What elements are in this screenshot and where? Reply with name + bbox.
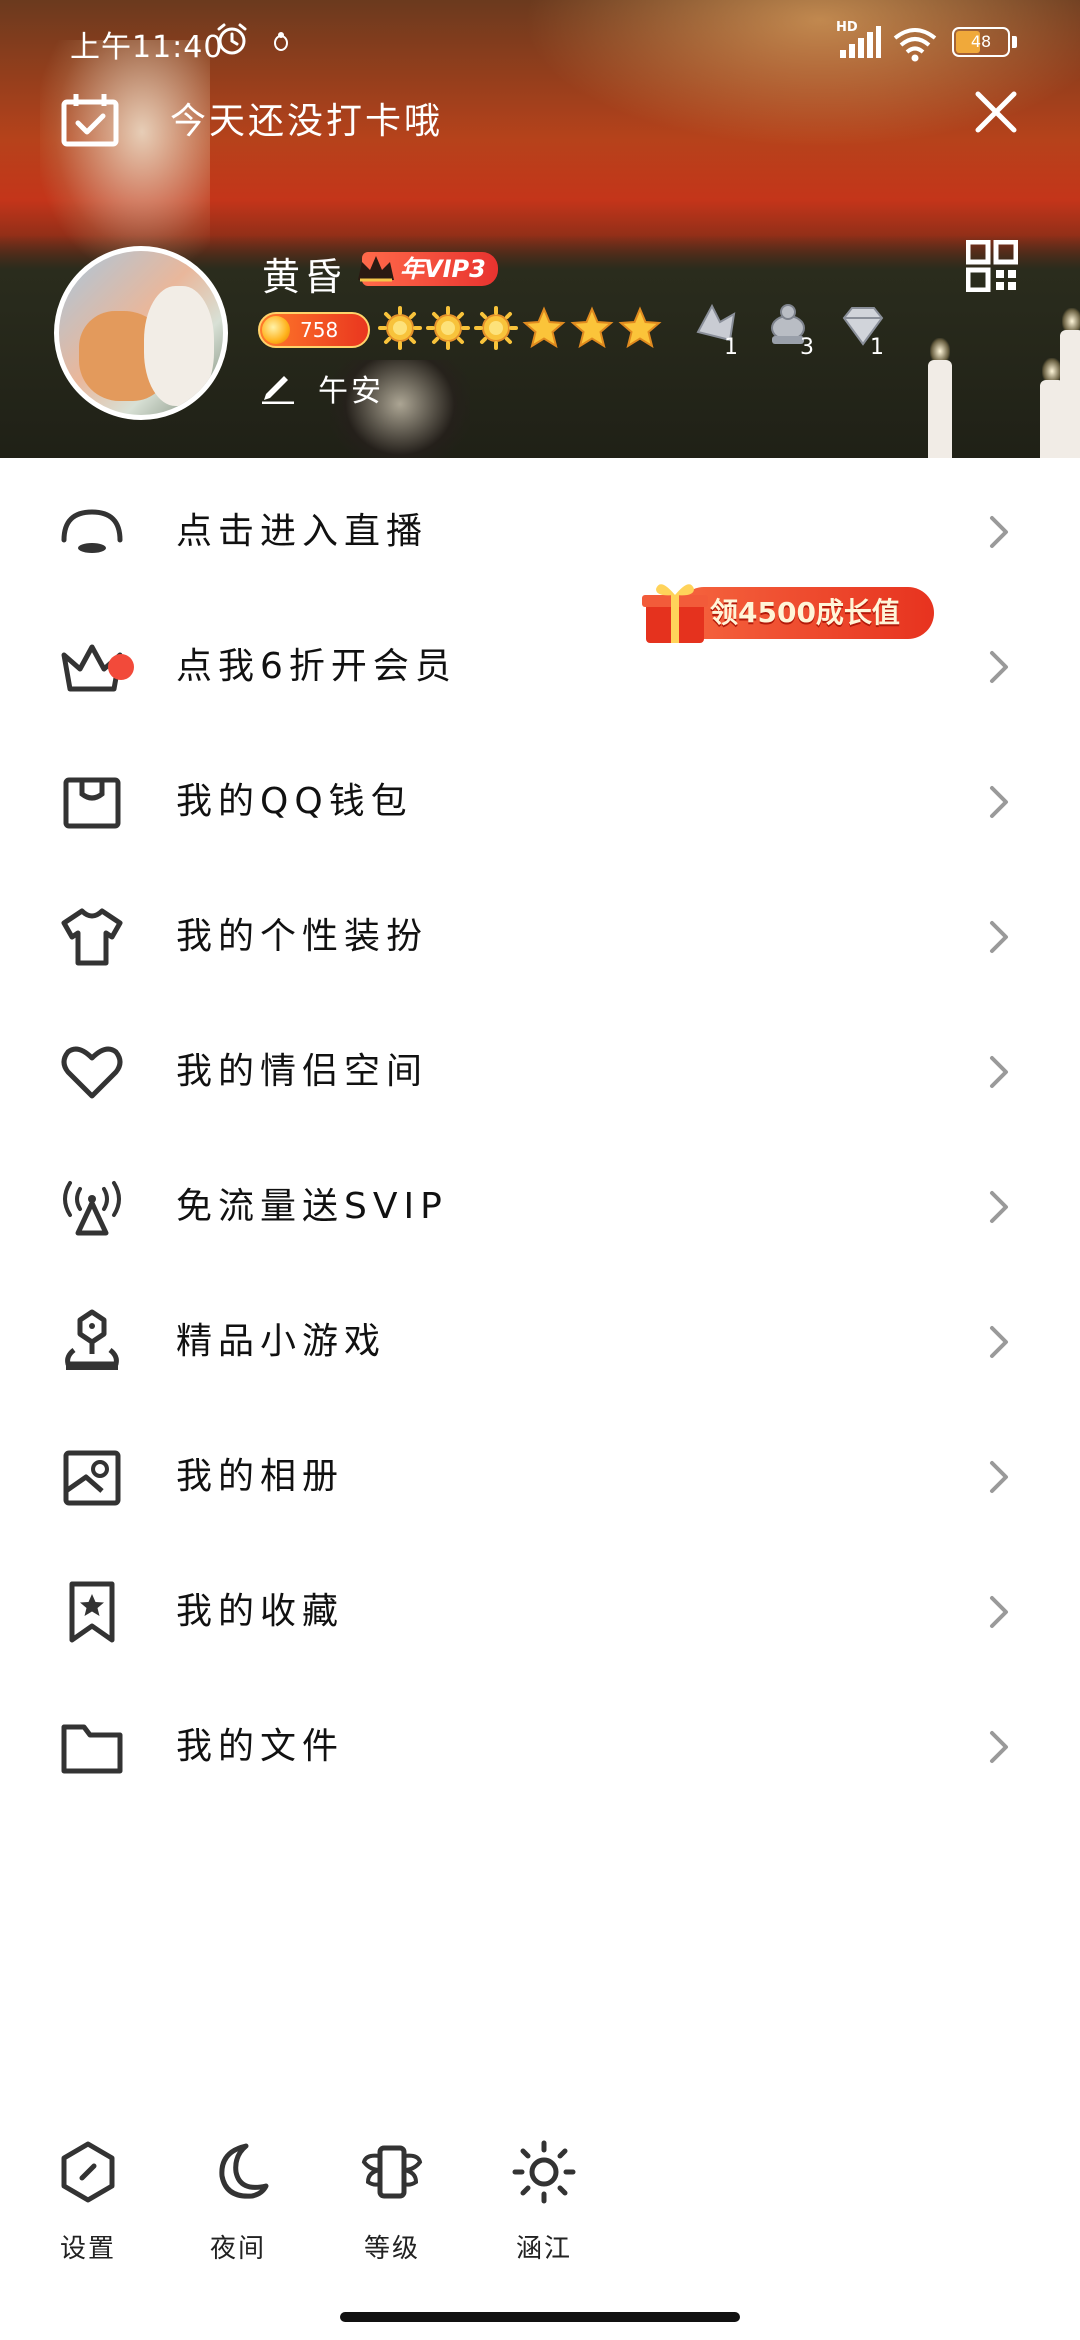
menu-item-files[interactable]: 我的文件: [0, 1683, 1080, 1803]
medal-count: 1: [724, 335, 738, 360]
menu-item-label: 精品小游戏: [176, 1321, 387, 1362]
medal-count: 3: [800, 335, 814, 360]
level-button[interactable]: 等级: [332, 2130, 452, 2270]
status-time: 上午11:40: [70, 30, 224, 65]
pencil-icon: [262, 376, 294, 404]
settings-icon: [61, 2141, 115, 2203]
antenna-icon: [63, 1181, 121, 1236]
checkin-prompt[interactable]: 今天还没打卡哦: [170, 92, 443, 144]
settings-button[interactable]: 设置: [28, 2130, 148, 2270]
menu-item-label: 我的QQ钱包: [176, 781, 413, 822]
close-icon[interactable]: [972, 88, 1020, 136]
live-icon: [61, 509, 123, 553]
photo-album-icon: [63, 1450, 121, 1506]
coin-icon: [262, 316, 290, 344]
sun-icon: [426, 306, 470, 350]
menu-item-label: 我的相册: [176, 1456, 345, 1497]
folder-icon: [61, 1724, 123, 1774]
notification-app-icon: [274, 32, 288, 51]
qr-code-icon[interactable]: [966, 240, 1018, 292]
heart-icon: [61, 1046, 123, 1099]
star-icon: [522, 306, 566, 349]
weather-location-label: 涵江: [515, 2234, 572, 2264]
chevron-right-icon: [990, 921, 1008, 953]
promo-text: 领4500成长值: [710, 596, 900, 629]
wifi-icon: [893, 28, 937, 62]
diamond-medal-icon: 1: [842, 307, 884, 360]
wallet-icon: [63, 777, 121, 829]
chevron-right-icon: [990, 1056, 1008, 1088]
chevron-right-icon: [990, 651, 1008, 683]
battery-indicator: 48: [952, 27, 1018, 59]
menu-item-wallet[interactable]: 我的QQ钱包: [0, 738, 1080, 858]
tshirt-icon: [61, 908, 123, 966]
menu-item-personalize[interactable]: 我的个性装扮: [0, 873, 1080, 993]
game-icon: [65, 1309, 119, 1370]
calendar-check-icon[interactable]: [60, 92, 120, 148]
menu-item-couple-space[interactable]: 我的情侣空间: [0, 1008, 1080, 1128]
menu-item-label: 点我6折开会员: [176, 646, 457, 687]
username[interactable]: 黄昏: [262, 246, 346, 301]
sun-icon: [474, 306, 518, 350]
moon-icon: [219, 2143, 269, 2199]
bottom-toolbar: 设置 夜间 等级 涵江: [0, 2130, 1080, 2280]
menu-item-live[interactable]: 点击进入直播: [0, 468, 1080, 588]
menu-item-album[interactable]: 我的相册: [0, 1413, 1080, 1533]
medal-count: 1: [870, 335, 884, 360]
settings-label: 设置: [59, 2234, 116, 2264]
profile-header: 上午11:40 HD 48 今天还没打卡哦 黄昏 年VIP3 758 1 3 1…: [0, 0, 1080, 458]
bookmark-star-icon: [69, 1581, 115, 1643]
home-indicator[interactable]: [340, 2312, 740, 2322]
avatar[interactable]: [54, 246, 228, 420]
weather-button[interactable]: 涵江: [484, 2130, 604, 2270]
points-value: 758: [300, 318, 339, 342]
menu-item-label: 免流量送SVIP: [176, 1186, 448, 1227]
chevron-right-icon: [990, 1596, 1008, 1628]
menu-item-favorites[interactable]: 我的收藏: [0, 1548, 1080, 1668]
vip-badge[interactable]: 年VIP3: [358, 252, 498, 286]
chevron-right-icon: [990, 516, 1008, 548]
chevron-right-icon: [990, 786, 1008, 818]
level-badge-icon: [361, 2145, 423, 2199]
chevron-right-icon: [990, 1461, 1008, 1493]
menu-item-label: 我的文件: [176, 1726, 345, 1767]
menu-item-free-data[interactable]: 免流量送SVIP: [0, 1143, 1080, 1263]
signature-text: 午安: [318, 374, 384, 409]
chevron-right-icon: [990, 1326, 1008, 1358]
night-mode-button[interactable]: 夜间: [178, 2130, 298, 2270]
sun-icon: [378, 306, 422, 350]
chevron-right-icon: [990, 1731, 1008, 1763]
menu-item-label: 我的情侣空间: [176, 1051, 429, 1092]
star-icon: [570, 306, 614, 349]
crystal-medal-icon: 1: [696, 303, 738, 360]
status-bar: 上午11:40 HD 48: [0, 0, 1080, 80]
vip-badge-label: 年VIP3: [400, 255, 486, 283]
menu-item-label: 我的收藏: [176, 1591, 345, 1632]
menu-item-label: 我的个性装扮: [176, 916, 429, 957]
notification-dot: [108, 654, 134, 680]
vip-crown-icon: [358, 256, 394, 282]
level-label: 等级: [363, 2234, 420, 2264]
chevron-right-icon: [990, 1191, 1008, 1223]
gift-icon: [642, 584, 708, 643]
points-badge[interactable]: 758: [258, 312, 370, 348]
battery-level: 48: [970, 32, 992, 51]
alarm-icon: [217, 23, 247, 55]
menu-item-mini-games[interactable]: 精品小游戏: [0, 1278, 1080, 1398]
candle-decoration: [1060, 308, 1080, 458]
medal-wall[interactable]: 1 3 1: [690, 300, 894, 360]
menu-item-label: 点击进入直播: [176, 511, 429, 552]
turtle-medal-icon: 3: [771, 304, 814, 360]
qq-level-icons[interactable]: [378, 306, 662, 354]
menu-item-vip[interactable]: 点我6折开会员 领4500成长值: [0, 584, 1080, 723]
night-mode-label: 夜间: [209, 2234, 266, 2264]
star-icon: [618, 306, 662, 349]
candle-decoration: [928, 338, 952, 458]
sun-weather-icon: [512, 2140, 576, 2204]
signal-icon: [840, 26, 881, 58]
growth-promo-badge[interactable]: 领4500成长值: [638, 577, 944, 649]
